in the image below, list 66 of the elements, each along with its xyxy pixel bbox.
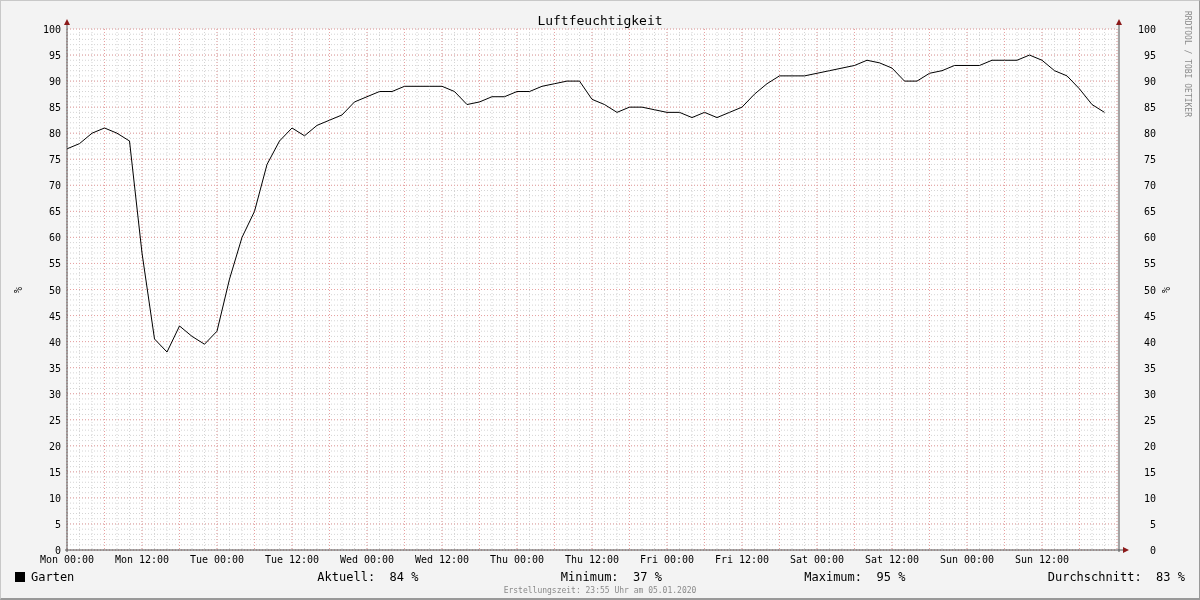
- axis-label: Fri 12:00: [714, 554, 770, 565]
- axis-label: 90: [48, 76, 61, 88]
- axis-label: Sat 00:00: [789, 554, 845, 565]
- axis-label: Mon 12:00: [114, 554, 170, 565]
- axis-label: 70: [1143, 180, 1156, 192]
- stat-text: Aktuell: 84 %: [317, 570, 419, 584]
- axis-label: Fri 00:00: [639, 554, 695, 565]
- credit-text: RRDTOOL / TOBI OETIKER: [1183, 11, 1192, 117]
- axis-label: Wed 12:00: [414, 554, 470, 565]
- axis-label: 10: [48, 492, 61, 504]
- axis-label: Tue 00:00: [189, 554, 245, 565]
- axis-label: 85: [48, 102, 61, 114]
- axis-label: 0: [1149, 545, 1156, 556]
- axis-label: 90: [1143, 76, 1156, 88]
- axis-label: 100: [1137, 24, 1156, 35]
- axis-label: Sun 12:00: [1014, 554, 1070, 565]
- stat-text: Durchschnitt: 83 %: [1047, 570, 1185, 584]
- axis-label: 95: [48, 50, 61, 62]
- axis-label: 45: [1143, 310, 1156, 322]
- axis-label: Wed 00:00: [339, 554, 395, 565]
- axis-label: 50: [48, 284, 61, 296]
- axis-label: 65: [1143, 206, 1156, 218]
- stat-text: Minimum: 37 %: [560, 570, 662, 584]
- chart-title: Luftfeuchtigkeit: [537, 13, 663, 28]
- axis-label: 25: [1143, 414, 1156, 426]
- axis-label: 20: [48, 440, 61, 452]
- axis-label: Mon 00:00: [39, 554, 95, 565]
- axis-label: 60: [48, 232, 61, 244]
- axis-label: 95: [1143, 50, 1156, 62]
- axis-label: Thu 12:00: [564, 554, 620, 565]
- axis-label: 100: [42, 24, 61, 35]
- axis-label: 55: [48, 258, 61, 270]
- axis-label: 0: [54, 545, 61, 556]
- axis-label: 75: [1143, 154, 1156, 166]
- axis-label: 65: [48, 206, 61, 218]
- axis-label: Sat 12:00: [864, 554, 920, 565]
- axis-label: Sun 00:00: [939, 554, 995, 565]
- axis-label: 80: [48, 128, 61, 140]
- stat-text: Maximum: 95 %: [804, 570, 906, 584]
- axis-label: 85: [1143, 102, 1156, 114]
- axis-label: 30: [48, 388, 61, 400]
- y-axis-title: %: [1160, 287, 1171, 293]
- axis-label: 25: [48, 414, 61, 426]
- axis-label: 60: [1143, 232, 1156, 244]
- axis-label: 5: [54, 518, 61, 530]
- axis-label: 15: [48, 466, 61, 478]
- axis-label: 15: [1143, 466, 1156, 478]
- axis-label: 20: [1143, 440, 1156, 452]
- axis-label: Thu 00:00: [489, 554, 545, 565]
- axis-label: 10: [1143, 492, 1156, 504]
- axis-label: 35: [48, 362, 61, 374]
- axis-label: 5: [1149, 518, 1156, 530]
- axis-label: 35: [1143, 362, 1156, 374]
- axis-label: 50: [1143, 284, 1156, 296]
- axis-label: 75: [48, 154, 61, 166]
- axis-label: 80: [1143, 128, 1156, 140]
- axis-label: 40: [1143, 336, 1156, 348]
- y-axis-title: %: [12, 287, 23, 293]
- axis-label: 40: [48, 336, 61, 348]
- axis-label: 30: [1143, 388, 1156, 400]
- axis-label: 45: [48, 310, 61, 322]
- axis-label: 70: [48, 180, 61, 192]
- axis-label: 55: [1143, 258, 1156, 270]
- axis-label: Tue 12:00: [264, 554, 320, 565]
- footer-text: Erstellungszeit: 23:55 Uhr am 05.01.2020: [502, 586, 698, 595]
- legend-label: Garten: [31, 570, 75, 584]
